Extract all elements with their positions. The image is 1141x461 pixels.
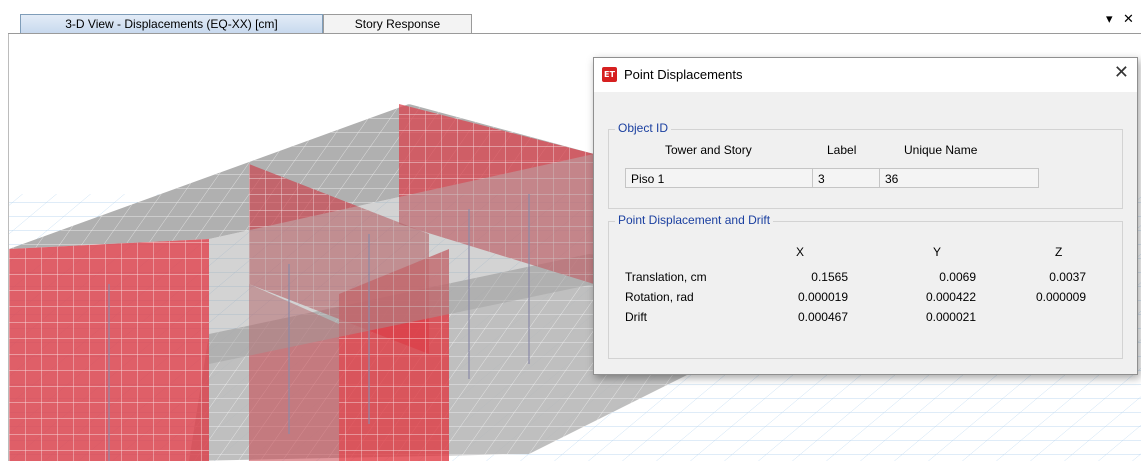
translation-y-value: 0.0069 bbox=[939, 270, 976, 284]
displacement-group-label: Point Displacement and Drift bbox=[615, 213, 774, 227]
point-displacements-dialog: ET Point Displacements ✕ Object ID Tower… bbox=[593, 57, 1138, 375]
drift-x-value: 0.000467 bbox=[797, 310, 848, 324]
tab-story-response[interactable]: Story Response bbox=[323, 14, 472, 33]
column-header-y: Y bbox=[933, 245, 942, 259]
dialog-title: Point Displacements bbox=[624, 67, 743, 82]
drift-y-value: 0.000021 bbox=[925, 310, 976, 324]
tower-story-field: Piso 1 bbox=[625, 168, 813, 188]
pane-menu-dropdown-icon[interactable]: ▾ bbox=[1106, 12, 1113, 27]
pane-close-icon[interactable]: ✕ bbox=[1123, 12, 1134, 27]
header-tower-story: Tower and Story bbox=[665, 143, 752, 157]
rotation-y-value: 0.000422 bbox=[925, 290, 976, 304]
unique-name-field: 36 bbox=[879, 168, 1039, 188]
document-tab-strip: 3-D View - Displacements (EQ-XX) [cm] St… bbox=[0, 0, 1141, 34]
dialog-close-icon[interactable]: ✕ bbox=[1114, 64, 1129, 82]
header-label: Label bbox=[827, 143, 857, 157]
column-header-z: Z bbox=[1055, 245, 1063, 259]
displacement-drift-group: Point Displacement and Drift X Y Z Trans… bbox=[608, 213, 1123, 359]
header-unique-name: Unique Name bbox=[904, 143, 978, 157]
object-id-group: Object ID Tower and Story Label Unique N… bbox=[608, 121, 1123, 209]
row-label-rotation: Rotation, rad bbox=[625, 290, 694, 304]
label-field: 3 bbox=[812, 168, 880, 188]
object-id-group-label: Object ID bbox=[615, 121, 672, 135]
dialog-title-bar: ET Point Displacements ✕ bbox=[594, 58, 1137, 92]
column-header-x: X bbox=[796, 245, 805, 259]
row-label-drift: Drift bbox=[625, 310, 647, 324]
row-label-translation: Translation, cm bbox=[625, 270, 707, 284]
rotation-z-value: 0.000009 bbox=[1035, 290, 1086, 304]
translation-x-value: 0.1565 bbox=[811, 270, 848, 284]
etabs-app-icon: ET bbox=[602, 67, 617, 82]
translation-z-value: 0.0037 bbox=[1049, 270, 1086, 284]
rotation-x-value: 0.000019 bbox=[797, 290, 848, 304]
tab-3d-view-displacements[interactable]: 3-D View - Displacements (EQ-XX) [cm] bbox=[20, 14, 323, 33]
